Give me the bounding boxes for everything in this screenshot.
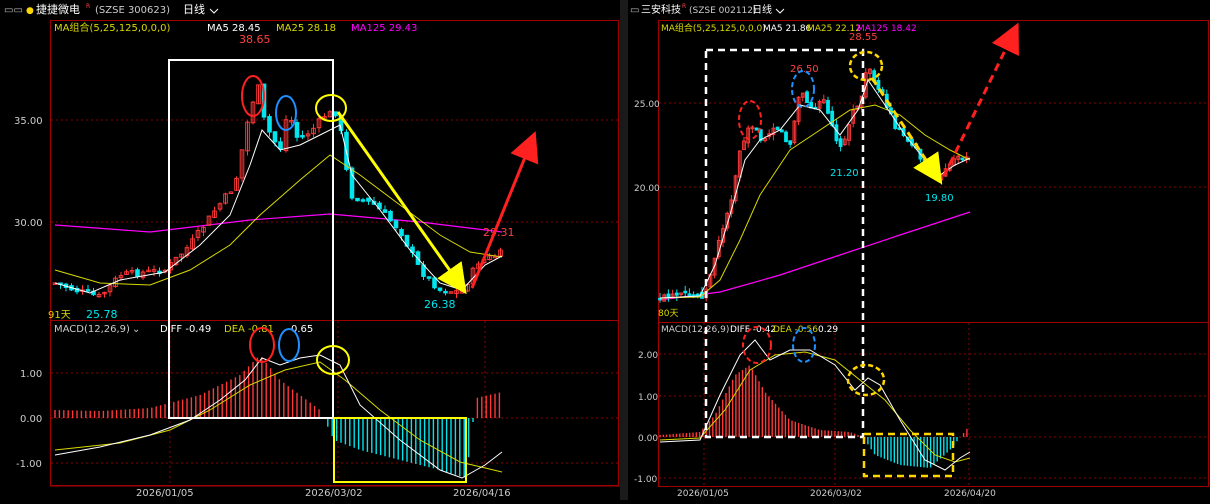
left-low-label-right: 26.38: [424, 298, 456, 311]
left-date-tick: 2026/03/02: [305, 488, 363, 499]
candle-body: [876, 79, 881, 90]
right-macd-label: MACD(12,26,9): [661, 325, 729, 335]
candle-body: [272, 131, 278, 143]
candle-body: [960, 157, 965, 161]
left-stock-code: (SZSE 300623): [95, 5, 170, 16]
left-macd-tick: -1.00: [16, 459, 42, 470]
candle-body: [294, 122, 300, 138]
right-chart-panel: ▭ 三安科技 R (SZSE 002112) 日线 MA组合(5,25,125,…: [628, 0, 1210, 500]
right-window-controls-icon[interactable]: ▭: [630, 5, 639, 16]
left-title-bar[interactable]: ▭▭ ● 捷捷微电 R (SZSE 300623) 日线: [4, 2, 219, 16]
window-controls-icon[interactable]: ▭▭: [4, 5, 23, 16]
right-low-label: 19.80: [925, 193, 954, 204]
candle-body: [432, 277, 437, 289]
left-date-axis: 2026/01/05 2026/03/02 2026/04/16: [136, 488, 511, 499]
left-macd-tick: 1.00: [20, 369, 42, 380]
left-macd-label: MACD(12,26,9): [54, 324, 130, 335]
candle-body: [437, 287, 443, 291]
candle-body: [278, 141, 283, 150]
left-macd-tick: 0.00: [20, 414, 42, 425]
left-bullet-icon: ●: [26, 6, 34, 16]
candle-body: [935, 174, 940, 180]
left-ma125-value: MA125 29.43: [351, 23, 417, 34]
candle-body: [388, 210, 393, 222]
svg-text:⌄: ⌄: [132, 324, 140, 335]
right-stock-name[interactable]: 三安科技: [641, 3, 681, 16]
left-price-tick: 30.00: [14, 218, 43, 229]
right-diff-value: DIFF -0.42: [730, 325, 776, 335]
left-macd-value: 0.65: [291, 324, 313, 335]
right-date-tick: 2026/01/05: [677, 489, 729, 499]
candle-body: [135, 269, 140, 277]
right-macd-value: 0.29: [818, 325, 838, 335]
right-mid-high-label: 26.50: [790, 64, 819, 75]
right-ma5-value: MA5 21.86: [763, 24, 812, 34]
right-stock-code: (SZSE 002112): [689, 6, 757, 16]
right-date-tick: 2026/04/20: [944, 489, 996, 499]
candle-body: [775, 126, 780, 131]
candle-body: [784, 131, 788, 143]
candle-body: [779, 129, 784, 133]
left-ma-legend: MA组合(5,25,125,0,0,0) MA5 28.45 MA25 28.1…: [54, 21, 417, 34]
candle-body: [443, 290, 448, 294]
candle-body: [830, 110, 835, 126]
candle-body: [393, 220, 399, 229]
dual-kline-screen: ▭▭ ● 捷捷微电 R (SZSE 300623) 日线 MA组合(5,25,1…: [0, 0, 1210, 500]
right-low-mid-label: 21.20: [830, 168, 859, 179]
candle-body: [754, 127, 759, 131]
candle-body: [349, 167, 355, 199]
candle-body: [805, 91, 809, 104]
candle-body: [834, 124, 839, 142]
candle-body: [382, 209, 388, 213]
right-high-label: 28.55: [849, 32, 878, 43]
candle-body: [267, 116, 272, 133]
left-low-label-left: 25.78: [86, 308, 118, 321]
candle-body: [788, 140, 793, 145]
left-days-label: 91天: [48, 310, 71, 321]
right-macd-tick: -1.00: [634, 475, 658, 485]
left-last-label: 29.31: [483, 226, 515, 239]
candle-body: [658, 297, 662, 301]
right-macd-tick: 2.00: [638, 351, 658, 361]
candle-body: [826, 99, 830, 114]
right-period-select[interactable]: 日线: [752, 3, 772, 16]
right-days-label: 80天: [658, 309, 678, 319]
left-diff-value: DIFF -0.49: [160, 324, 211, 335]
left-ma25-value: MA25 28.18: [276, 23, 336, 34]
candle-body: [426, 276, 432, 279]
left-chart-panel: ▭▭ ● 捷捷微电 R (SZSE 300623) 日线 MA组合(5,25,1…: [0, 0, 620, 500]
left-ma-legend-label: MA组合(5,25,125,0,0,0): [54, 21, 171, 34]
left-mark-badge: R: [86, 3, 90, 10]
candle-body: [666, 293, 671, 298]
candle-body: [674, 292, 679, 296]
right-price-tick: 20.00: [634, 184, 660, 194]
left-price-tick: 35.00: [14, 116, 43, 127]
right-date-axis: 2026/01/05 2026/03/02 2026/04/20: [677, 489, 996, 499]
right-macd-tick: 0.00: [638, 434, 658, 444]
candle-body: [366, 197, 371, 202]
candle-body: [300, 135, 305, 138]
candle-body: [355, 197, 360, 202]
right-ma-legend: MA组合(5,25,125,0,0,0) MA5 21.86 MA25 22.1…: [661, 22, 917, 34]
candle-body: [85, 289, 91, 292]
candle-body: [399, 229, 404, 237]
candle-body: [333, 111, 338, 117]
right-mark-badge: R: [682, 3, 686, 10]
panel-divider[interactable]: [620, 0, 628, 500]
right-ma-legend-label: MA组合(5,25,125,0,0,0): [661, 22, 766, 34]
candle-body: [695, 293, 700, 297]
candle-body: [687, 293, 692, 296]
right-date-tick: 2026/03/02: [810, 489, 862, 499]
left-date-tick: 2026/04/16: [453, 488, 511, 499]
right-macd-tick: 1.00: [638, 393, 658, 403]
right-price-tick: 25.00: [634, 100, 660, 110]
candle-body: [360, 199, 366, 202]
left-date-tick: 2026/01/05: [136, 488, 194, 499]
left-stock-name[interactable]: 捷捷微电: [36, 2, 80, 16]
left-high-label: 38.65: [239, 33, 271, 46]
candle-body: [683, 290, 688, 294]
candle-body: [838, 138, 843, 147]
left-period-select[interactable]: 日线: [183, 2, 205, 16]
